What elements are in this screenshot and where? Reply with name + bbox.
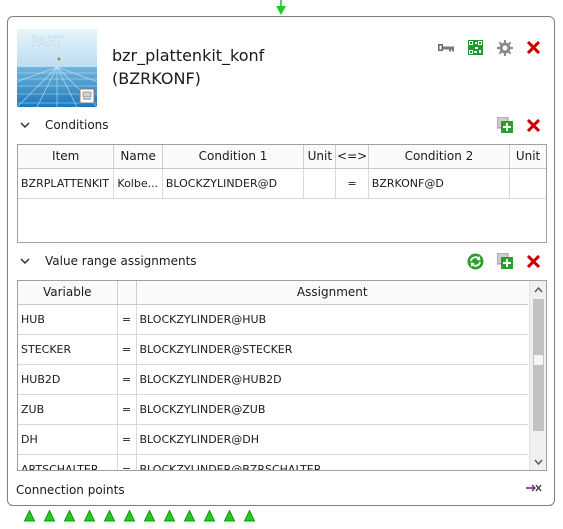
value-range-header: Value range assignments bbox=[20, 251, 542, 271]
vertical-scrollbar[interactable] bbox=[529, 281, 546, 470]
connector-icon[interactable] bbox=[24, 510, 35, 522]
col-name[interactable]: Name bbox=[113, 145, 163, 169]
chevron-down-icon[interactable] bbox=[20, 257, 32, 265]
connection-points-icon[interactable] bbox=[526, 482, 542, 496]
connector-icon[interactable] bbox=[84, 510, 95, 522]
node-card: PART bzr_plattenkit_konf (BZRKONF) Condi… bbox=[7, 16, 555, 506]
cell-assignment[interactable]: BLOCKZYLINDER@HUB bbox=[136, 304, 528, 335]
conditions-table: Item Name Condition 1 Unit <=> Condition… bbox=[17, 144, 547, 243]
value-range-table: Variable Assignment HUB = BLOCKZYLINDER@… bbox=[17, 280, 547, 471]
cell-variable[interactable]: ARTSCHALTER bbox=[18, 454, 118, 470]
col-assignment[interactable]: Assignment bbox=[136, 281, 528, 305]
part-code: (BZRKONF) bbox=[112, 69, 201, 88]
col-unit-2[interactable]: Unit bbox=[509, 145, 546, 169]
col-operator[interactable] bbox=[117, 281, 137, 305]
cell-operator: = bbox=[117, 334, 137, 365]
cell-unit-1[interactable] bbox=[303, 168, 337, 199]
cell-variable[interactable]: STECKER bbox=[18, 334, 118, 365]
qr-code-icon[interactable] bbox=[467, 39, 484, 56]
connector-icon[interactable] bbox=[244, 510, 255, 522]
connector-icon[interactable] bbox=[224, 510, 235, 522]
conditions-label: Conditions bbox=[45, 118, 109, 132]
thumbnail-logo-text: PART bbox=[31, 35, 63, 50]
header-toolbar bbox=[438, 39, 542, 56]
cell-assignment[interactable]: BLOCKZYLINDER@BZRSCHALTER bbox=[136, 454, 528, 470]
connector-icon[interactable] bbox=[204, 510, 215, 522]
col-condition-1[interactable]: Condition 1 bbox=[162, 145, 305, 169]
gear-icon[interactable] bbox=[496, 39, 513, 56]
cell-unit-2[interactable] bbox=[509, 168, 546, 199]
table-row[interactable]: ZUB = BLOCKZYLINDER@ZUB bbox=[18, 394, 528, 425]
table-row[interactable]: HUB2D = BLOCKZYLINDER@HUB2D bbox=[18, 364, 528, 395]
scrollbar-thumb[interactable] bbox=[533, 299, 544, 431]
cell-variable[interactable]: ZUB bbox=[18, 394, 118, 425]
connector-icon[interactable] bbox=[44, 510, 55, 522]
refresh-icon[interactable] bbox=[467, 253, 484, 270]
col-item[interactable]: Item bbox=[18, 145, 115, 169]
key-icon[interactable] bbox=[438, 39, 455, 56]
col-operator[interactable]: <=> bbox=[335, 145, 369, 169]
cell-variable[interactable]: HUB2D bbox=[18, 364, 118, 395]
scroll-down-icon[interactable] bbox=[530, 453, 546, 470]
cell-operator: = bbox=[117, 304, 137, 335]
cell-operator[interactable]: = bbox=[335, 168, 369, 199]
chevron-down-icon[interactable] bbox=[20, 121, 32, 129]
value-range-header-row: Variable Assignment bbox=[18, 281, 528, 305]
conditions-header-row: Item Name Condition 1 Unit <=> Condition… bbox=[18, 145, 546, 169]
delete-icon[interactable] bbox=[525, 39, 542, 56]
add-assignment-icon[interactable] bbox=[496, 253, 513, 270]
add-condition-icon[interactable] bbox=[496, 117, 513, 134]
connector-icon[interactable] bbox=[64, 510, 75, 522]
connector-icon[interactable] bbox=[164, 510, 175, 522]
connection-points-label: Connection points bbox=[16, 483, 125, 497]
cell-name[interactable]: Kolbe... bbox=[113, 168, 163, 199]
table-row[interactable]: HUB = BLOCKZYLINDER@HUB bbox=[18, 304, 528, 335]
col-unit-1[interactable]: Unit bbox=[303, 145, 337, 169]
part-name: bzr_plattenkit_konf bbox=[112, 46, 265, 65]
cell-condition-2[interactable]: BZRKONF@D bbox=[368, 168, 511, 199]
delete-assignment-icon[interactable] bbox=[525, 253, 542, 270]
cell-condition-1[interactable]: BLOCKZYLINDER@D bbox=[162, 168, 305, 199]
connector-icon[interactable] bbox=[104, 510, 115, 522]
cell-operator: = bbox=[117, 454, 137, 470]
top-connector-arrow-icon[interactable] bbox=[276, 0, 286, 16]
cell-assignment[interactable]: BLOCKZYLINDER@DH bbox=[136, 424, 528, 455]
cell-assignment[interactable]: BLOCKZYLINDER@ZUB bbox=[136, 394, 528, 425]
part-thumbnail: PART bbox=[17, 29, 97, 107]
col-condition-2[interactable]: Condition 2 bbox=[368, 145, 511, 169]
cell-operator: = bbox=[117, 394, 137, 425]
delete-condition-icon[interactable] bbox=[525, 117, 542, 134]
scroll-up-icon[interactable] bbox=[530, 281, 546, 298]
connector-icon[interactable] bbox=[144, 510, 155, 522]
cell-item[interactable]: BZRPLATTENKIT bbox=[18, 168, 115, 199]
cell-operator: = bbox=[117, 364, 137, 395]
conditions-header: Conditions bbox=[20, 115, 542, 135]
cell-operator: = bbox=[117, 424, 137, 455]
col-variable[interactable]: Variable bbox=[18, 281, 118, 305]
connector-icon[interactable] bbox=[124, 510, 135, 522]
connection-points-row bbox=[24, 510, 255, 522]
table-row[interactable]: STECKER = BLOCKZYLINDER@STECKER bbox=[18, 334, 528, 365]
cell-assignment[interactable]: BLOCKZYLINDER@STECKER bbox=[136, 334, 528, 365]
table-row[interactable]: ARTSCHALTER = BLOCKZYLINDER@BZRSCHALTER bbox=[18, 454, 528, 470]
cell-variable[interactable]: DH bbox=[18, 424, 118, 455]
table-row[interactable]: DH = BLOCKZYLINDER@DH bbox=[18, 424, 528, 455]
connector-icon[interactable] bbox=[184, 510, 195, 522]
cell-variable[interactable]: HUB bbox=[18, 304, 118, 335]
cell-assignment[interactable]: BLOCKZYLINDER@HUB2D bbox=[136, 364, 528, 395]
table-row[interactable]: BZRPLATTENKIT Kolbe... BLOCKZYLINDER@D =… bbox=[18, 168, 546, 199]
part-title: bzr_plattenkit_konf (BZRKONF) bbox=[112, 44, 264, 90]
value-range-label: Value range assignments bbox=[45, 254, 197, 268]
scrollbar-grip bbox=[534, 355, 543, 365]
